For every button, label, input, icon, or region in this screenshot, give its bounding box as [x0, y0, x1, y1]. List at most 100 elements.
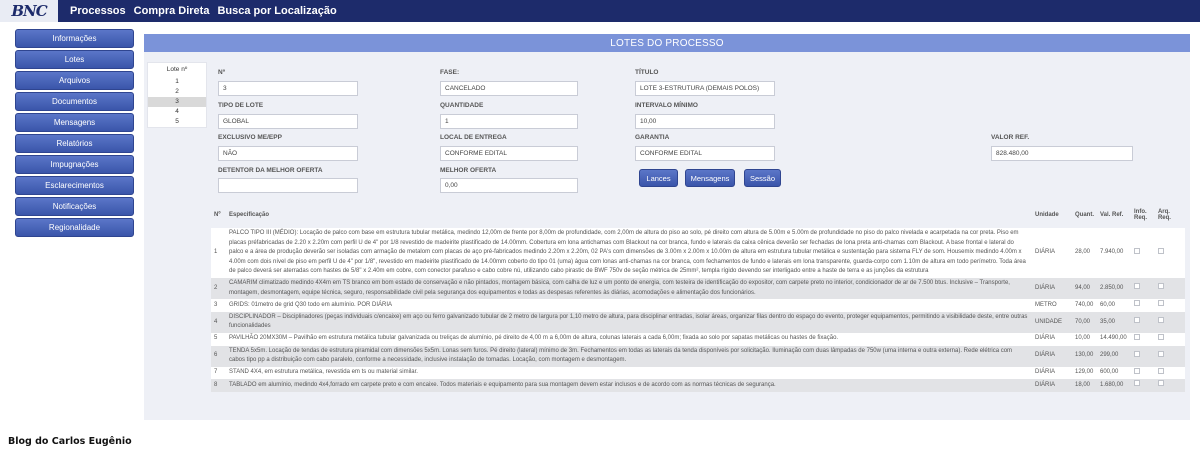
info-req-checkbox[interactable]	[1133, 247, 1140, 254]
row-number: 4	[211, 311, 226, 333]
lot-item-1[interactable]: 1	[148, 77, 206, 87]
info-req-checkbox[interactable]	[1133, 380, 1140, 387]
lances-button[interactable]: Lances	[639, 169, 678, 187]
col-info-req: Info. Req.	[1133, 209, 1147, 221]
arq-req-cell	[1154, 277, 1185, 300]
info-req-cell	[1130, 379, 1155, 392]
fase-label: FASE:	[440, 69, 460, 76]
lot-item-5[interactable]: 5	[148, 117, 206, 127]
row-quant: 18,00	[1072, 379, 1097, 392]
col-quant: Quant.	[1075, 212, 1094, 218]
table-row: 4 DISCIPLINADOR – Disciplinadores (peças…	[211, 311, 1185, 333]
intervalo-field[interactable]: 10,00	[635, 114, 775, 129]
lot-item-4[interactable]: 4	[148, 107, 206, 117]
info-req-checkbox[interactable]	[1133, 350, 1140, 357]
local-entrega-field[interactable]: CONFORME EDITAL	[440, 146, 578, 161]
quantidade-label: QUANTIDADE	[440, 102, 484, 109]
melhor-oferta-field[interactable]: 0,00	[440, 178, 578, 193]
info-req-cell	[1130, 228, 1155, 278]
intervalo-label: INTERVALO MÍNIMO	[635, 102, 698, 109]
sidebar-item-informacoes[interactable]: Informações	[15, 29, 134, 48]
row-number: 8	[211, 379, 226, 392]
arq-req-cell	[1154, 332, 1185, 346]
lot-list: Lote nº 1 2 3 4 5	[147, 62, 207, 128]
nav-processos[interactable]: Processos	[70, 5, 126, 17]
nav-compra-direta[interactable]: Compra Direta	[134, 5, 210, 17]
arq-req-checkbox[interactable]	[1157, 317, 1164, 324]
row-valref: 60,00	[1097, 299, 1131, 312]
row-quant: 740,00	[1072, 299, 1097, 312]
detentor-field[interactable]	[218, 178, 358, 193]
arq-req-checkbox[interactable]	[1157, 333, 1164, 340]
valor-ref-label: VALOR REF.	[991, 134, 1030, 141]
garantia-field[interactable]: CONFORME EDITAL	[635, 146, 775, 161]
quantidade-field[interactable]: 1	[440, 114, 578, 129]
arq-req-cell	[1154, 299, 1185, 312]
exclusivo-label: EXCLUSIVO ME/EPP	[218, 134, 282, 141]
sidebar-item-mensagens[interactable]: Mensagens	[15, 113, 134, 132]
info-req-cell	[1130, 332, 1155, 346]
sessao-button[interactable]: Sessão	[744, 169, 781, 187]
info-req-cell	[1130, 345, 1155, 367]
exclusivo-field[interactable]: NÃO	[218, 146, 358, 161]
row-number: 6	[211, 345, 226, 367]
titulo-field[interactable]: LOTE 3-ESTRUTURA (DEMAIS POLOS)	[635, 81, 775, 96]
row-valref: 1.680,00	[1097, 379, 1131, 392]
sidebar-item-relatorios[interactable]: Relatórios	[15, 134, 134, 153]
mensagens-button[interactable]: Mensagens	[685, 169, 735, 187]
row-unidade: DIÁRIA	[1032, 332, 1072, 346]
row-quant: 28,00	[1072, 228, 1097, 278]
info-req-checkbox[interactable]	[1133, 367, 1140, 374]
arq-req-checkbox[interactable]	[1157, 380, 1164, 387]
tipo-lote-field[interactable]: GLOBAL	[218, 114, 358, 129]
col-arq-req: Arq. Req.	[1157, 209, 1171, 221]
lot-list-header: Lote nº	[166, 66, 188, 73]
nav-busca-localizacao[interactable]: Busca por Localização	[217, 5, 336, 17]
numero-field[interactable]: 3	[218, 81, 358, 96]
top-nav: Processos Compra Direta Busca por Locali…	[70, 5, 345, 17]
sidebar-item-regionalidade[interactable]: Regionalidade	[15, 218, 134, 237]
tipo-lote-label: TIPO DE LOTE	[218, 102, 264, 109]
row-spec: CAMARIM climatizado medindo 4X4m em TS b…	[225, 277, 1033, 300]
row-number: 3	[211, 299, 226, 312]
arq-req-checkbox[interactable]	[1157, 367, 1164, 374]
sidebar-item-notificacoes[interactable]: Notificações	[15, 197, 134, 216]
table-row: 2 CAMARIM climatizado medindo 4X4m em TS…	[211, 277, 1185, 300]
row-number: 5	[211, 332, 226, 346]
row-unidade: DIÁRIA	[1032, 345, 1072, 367]
info-req-checkbox[interactable]	[1133, 300, 1140, 307]
row-unidade: UNIDADE	[1032, 311, 1072, 333]
bnc-logo[interactable]: BNC	[0, 0, 58, 22]
table-row: 5 PAVILHÃO 20MX30M – Pavilhão em estrutu…	[211, 332, 1185, 346]
row-valref: 7.940,00	[1097, 228, 1131, 278]
sidebar-item-arquivos[interactable]: Arquivos	[15, 71, 134, 90]
arq-req-cell	[1154, 366, 1185, 380]
info-req-checkbox[interactable]	[1133, 317, 1140, 324]
sidebar-item-documentos[interactable]: Documentos	[15, 92, 134, 111]
row-number: 2	[211, 277, 226, 300]
arq-req-checkbox[interactable]	[1157, 247, 1164, 254]
row-valref: 14.490,00	[1097, 332, 1131, 346]
arq-req-checkbox[interactable]	[1157, 350, 1164, 357]
arq-req-checkbox[interactable]	[1157, 283, 1164, 290]
info-req-checkbox[interactable]	[1133, 283, 1140, 290]
col-val-ref: Val. Ref.	[1100, 212, 1124, 218]
row-spec: STAND 4X4, em estrutura metálica, revest…	[225, 366, 1033, 380]
row-spec: DISCIPLINADOR – Disciplinadores (peças i…	[225, 311, 1033, 333]
row-spec: TABLADO em alumínio, medindo 4x4,forrado…	[225, 379, 1033, 392]
info-req-checkbox[interactable]	[1133, 333, 1140, 340]
fase-field[interactable]: CANCELADO	[440, 81, 578, 96]
lot-item-2[interactable]: 2	[148, 87, 206, 97]
valor-ref-field[interactable]: 828.480,00	[991, 146, 1133, 161]
sidebar-item-lotes[interactable]: Lotes	[15, 50, 134, 69]
top-bar: BNC Processos Compra Direta Busca por Lo…	[0, 0, 1200, 22]
melhor-oferta-label: MELHOR OFERTA	[440, 167, 497, 174]
row-number: 7	[211, 366, 226, 380]
sidebar-item-impugnacoes[interactable]: Impugnações	[15, 155, 134, 174]
lot-item-3[interactable]: 3	[148, 97, 206, 107]
row-valref: 600,00	[1097, 366, 1131, 380]
titulo-label: TÍTULO	[635, 69, 659, 76]
arq-req-checkbox[interactable]	[1157, 300, 1164, 307]
sidebar-item-esclarecimentos[interactable]: Esclarecimentos	[15, 176, 134, 195]
row-unidade: DIÁRIA	[1032, 228, 1072, 278]
